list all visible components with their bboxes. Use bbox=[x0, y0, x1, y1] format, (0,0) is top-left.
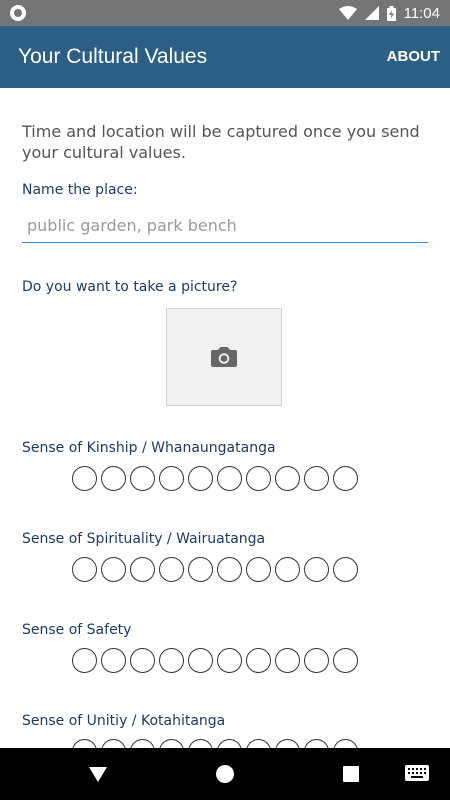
rating-option[interactable] bbox=[188, 557, 213, 582]
navigation-bar bbox=[0, 748, 450, 800]
rating-option[interactable] bbox=[304, 739, 329, 748]
place-input[interactable] bbox=[22, 209, 428, 243]
rating-option[interactable] bbox=[217, 557, 242, 582]
notification-dot-icon bbox=[10, 5, 26, 21]
status-time: 11:04 bbox=[403, 4, 440, 22]
rating-option[interactable] bbox=[72, 466, 97, 491]
picture-label: Do you want to take a picture? bbox=[22, 279, 238, 295]
rating-option[interactable] bbox=[275, 648, 300, 673]
rating-option[interactable] bbox=[333, 557, 358, 582]
wifi-icon bbox=[338, 6, 357, 20]
rating-option[interactable] bbox=[333, 739, 358, 748]
rating-option[interactable] bbox=[72, 648, 97, 673]
value-label-safety: Sense of Safety bbox=[22, 622, 132, 638]
rating-option[interactable] bbox=[101, 739, 126, 748]
rating-option[interactable] bbox=[188, 648, 213, 673]
rating-option[interactable] bbox=[333, 466, 358, 491]
status-bar: 11:04 bbox=[0, 0, 450, 26]
rating-option[interactable] bbox=[159, 648, 184, 673]
intro-text: Time and location will be captured once … bbox=[22, 122, 420, 162]
rating-option[interactable] bbox=[130, 648, 155, 673]
rating-option[interactable] bbox=[159, 739, 184, 748]
rating-option[interactable] bbox=[72, 557, 97, 582]
value-label-unity: Sense of Unitiy / Kotahitanga bbox=[22, 713, 226, 729]
take-picture-button[interactable] bbox=[166, 308, 282, 406]
rating-option[interactable] bbox=[275, 557, 300, 582]
rating-option[interactable] bbox=[246, 648, 271, 673]
app-bar: Your Cultural Values ABOUT bbox=[0, 26, 450, 88]
about-button[interactable]: ABOUT bbox=[379, 26, 440, 88]
rating-scale-safety bbox=[72, 648, 358, 675]
place-label: Name the place: bbox=[22, 182, 138, 198]
rating-option[interactable] bbox=[246, 739, 271, 748]
rating-scale-kinship bbox=[72, 466, 358, 493]
rating-option[interactable] bbox=[217, 739, 242, 748]
rating-option[interactable] bbox=[275, 739, 300, 748]
rating-option[interactable] bbox=[217, 466, 242, 491]
rating-option[interactable] bbox=[130, 557, 155, 582]
rating-option[interactable] bbox=[101, 557, 126, 582]
rating-option[interactable] bbox=[130, 739, 155, 748]
rating-option[interactable] bbox=[246, 466, 271, 491]
rating-option[interactable] bbox=[130, 466, 155, 491]
rating-option[interactable] bbox=[159, 557, 184, 582]
rating-option[interactable] bbox=[246, 557, 271, 582]
rating-option[interactable] bbox=[304, 557, 329, 582]
rating-option[interactable] bbox=[304, 648, 329, 673]
status-icons: 11:04 bbox=[338, 0, 440, 26]
rating-option[interactable] bbox=[72, 739, 97, 748]
rating-option[interactable] bbox=[188, 739, 213, 748]
rating-option[interactable] bbox=[217, 648, 242, 673]
rating-option[interactable] bbox=[188, 466, 213, 491]
recents-icon[interactable] bbox=[343, 766, 359, 782]
back-icon[interactable] bbox=[88, 765, 108, 783]
page-title: Your Cultural Values bbox=[18, 45, 208, 68]
rating-option[interactable] bbox=[101, 648, 126, 673]
rating-option[interactable] bbox=[333, 648, 358, 673]
camera-icon bbox=[211, 347, 237, 367]
rating-option[interactable] bbox=[159, 466, 184, 491]
cellular-signal-icon bbox=[364, 6, 379, 20]
rating-scale-spirituality bbox=[72, 557, 358, 584]
value-label-kinship: Sense of Kinship / Whanaungatanga bbox=[22, 440, 276, 456]
value-label-spirituality: Sense of Spirituality / Wairuatanga bbox=[22, 531, 266, 547]
rating-option[interactable] bbox=[304, 466, 329, 491]
rating-option[interactable] bbox=[275, 466, 300, 491]
keyboard-icon[interactable] bbox=[405, 765, 429, 781]
battery-charging-icon bbox=[386, 5, 396, 21]
form-content[interactable]: Time and location will be captured once … bbox=[0, 88, 450, 748]
rating-option[interactable] bbox=[101, 466, 126, 491]
rating-scale-unity bbox=[72, 739, 358, 748]
home-icon[interactable] bbox=[216, 765, 234, 783]
